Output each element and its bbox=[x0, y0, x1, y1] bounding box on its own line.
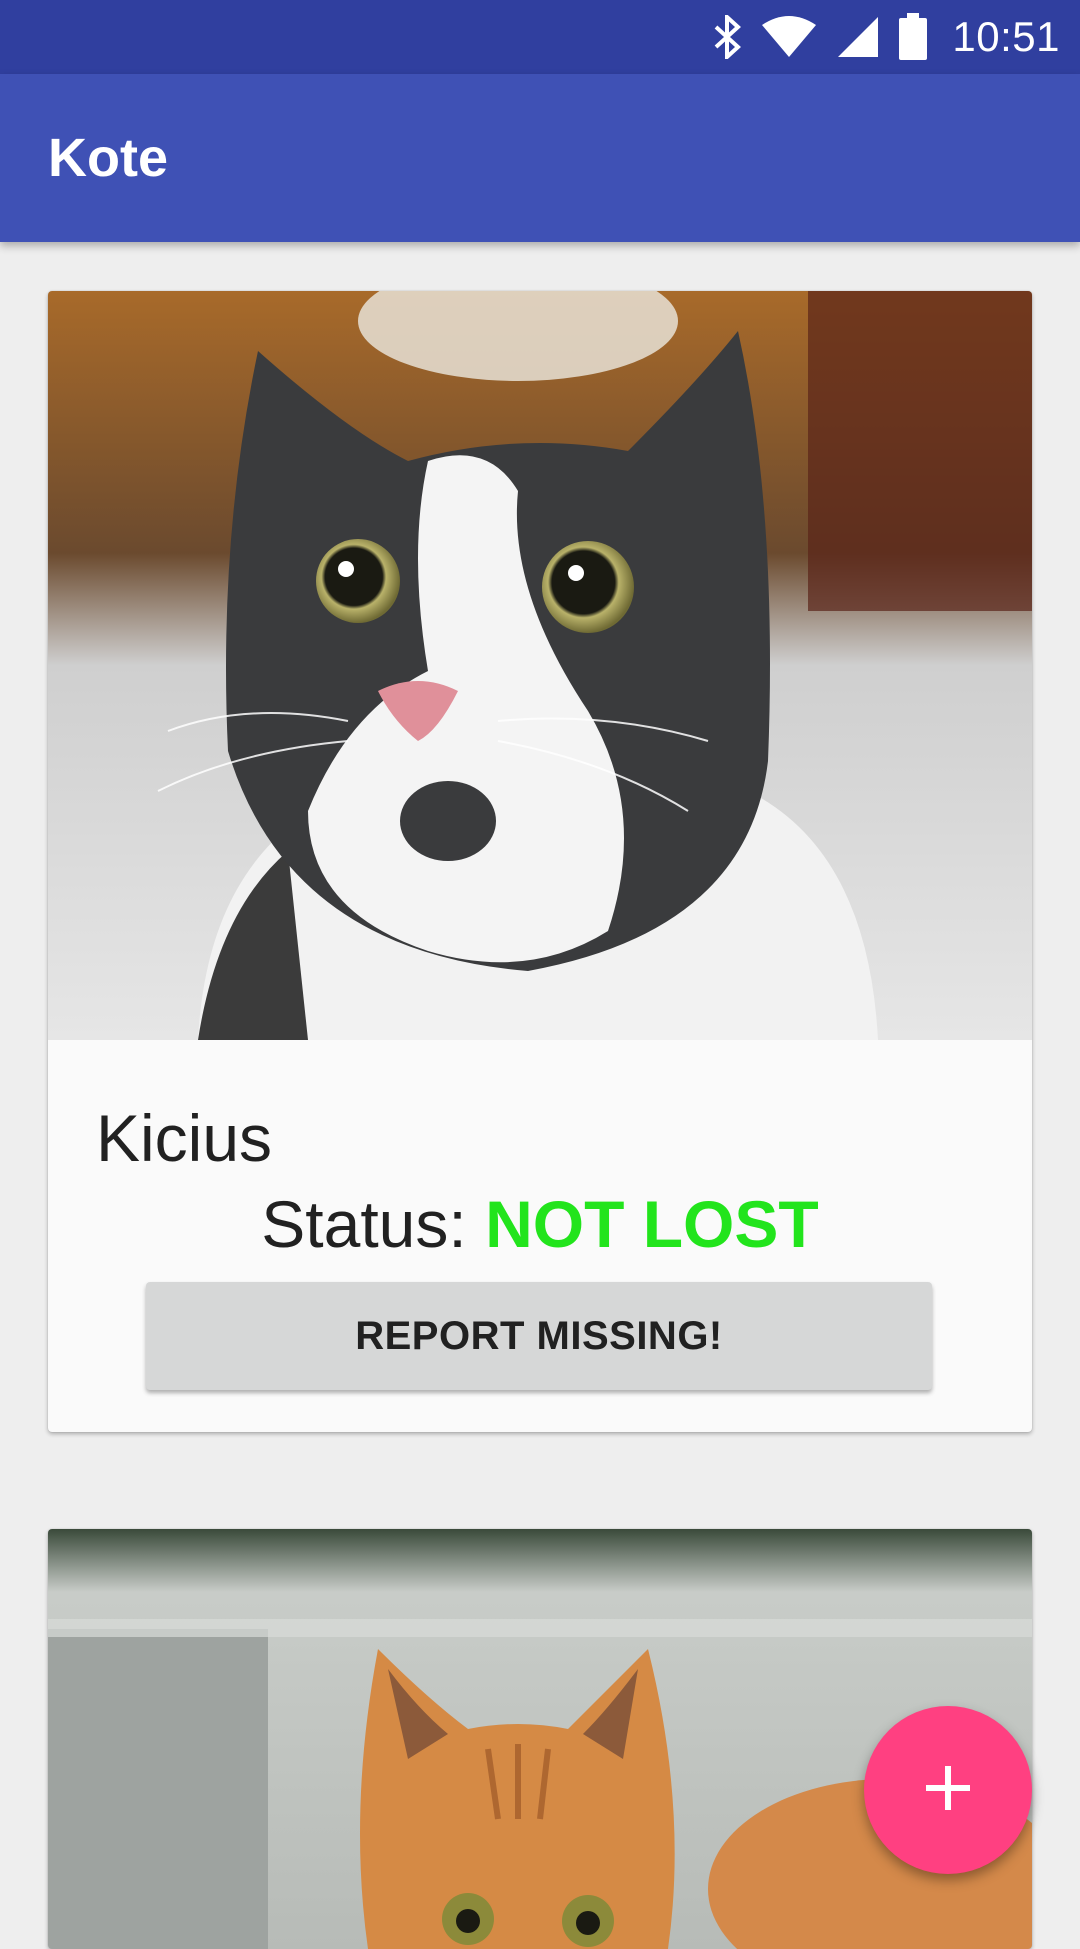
cat-card[interactable]: Kicius Status: NOT LOST REPORT MISSING! bbox=[48, 291, 1032, 1432]
add-cat-button[interactable] bbox=[864, 1706, 1032, 1874]
status-value: NOT LOST bbox=[485, 1187, 819, 1261]
plus-icon bbox=[924, 1764, 972, 1817]
status-label: Status: bbox=[261, 1187, 486, 1261]
cat-name: Kicius bbox=[96, 1101, 273, 1175]
cat-photo bbox=[48, 291, 1032, 1040]
status-bar: 10:51 bbox=[0, 0, 1080, 74]
status-icons: 10:51 bbox=[712, 13, 1060, 61]
status-line: Status: NOT LOST bbox=[48, 1186, 1032, 1262]
app-bar: Kote bbox=[0, 74, 1080, 242]
cell-signal-icon bbox=[836, 15, 880, 59]
clock: 10:51 bbox=[952, 13, 1060, 60]
cat-card-body: Kicius Status: NOT LOST REPORT MISSING! bbox=[48, 1040, 1032, 1432]
battery-icon bbox=[898, 13, 928, 61]
report-missing-button[interactable]: REPORT MISSING! bbox=[146, 1282, 932, 1390]
app-title: Kote bbox=[48, 128, 168, 188]
wifi-icon bbox=[760, 15, 818, 59]
bluetooth-icon bbox=[712, 15, 742, 59]
